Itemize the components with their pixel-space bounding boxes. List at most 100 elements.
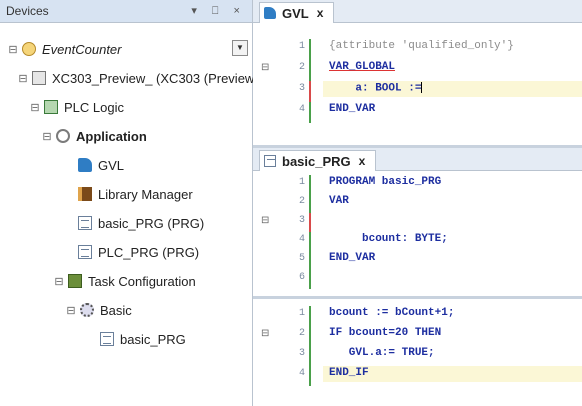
change-marker bbox=[309, 270, 311, 289]
tree-item-label: EventCounter bbox=[42, 41, 122, 57]
tree-item[interactable]: ⊟ Application bbox=[42, 125, 147, 147]
line-number: 5 bbox=[298, 253, 305, 264]
collapse-icon[interactable]: ⊟ bbox=[8, 43, 18, 56]
document-icon bbox=[78, 245, 92, 259]
tree-item-label: Library Manager bbox=[98, 186, 193, 202]
tree-item-label: XC303_Preview_ (XC303 (Preview)) bbox=[52, 70, 263, 86]
change-marker bbox=[309, 366, 311, 386]
basic-prg-tabstrip: basic_PRG x bbox=[253, 148, 582, 171]
devices-panel-header: Devices ▾ ⎕ × bbox=[0, 0, 252, 23]
line-number: 1 bbox=[298, 308, 305, 319]
collapse-icon[interactable]: ⊟ bbox=[18, 72, 28, 85]
collapse-icon[interactable]: ⊟ bbox=[30, 101, 40, 114]
line-number: 3 bbox=[298, 83, 305, 94]
close-icon[interactable]: x bbox=[317, 6, 324, 20]
line-number: 1 bbox=[298, 41, 305, 52]
line-number: 4 bbox=[298, 234, 305, 245]
tab-gvl[interactable]: GVL x bbox=[259, 2, 335, 23]
tree-item-label: GVL bbox=[98, 157, 125, 173]
line-number: 2 bbox=[298, 62, 305, 73]
tree-item-label: Task Configuration bbox=[88, 273, 196, 289]
event-counter-icon bbox=[22, 42, 36, 56]
editor-area: GVL x 1 {attribute 'qualified_only'} 2 VAR_… bbox=[253, 0, 582, 406]
close-icon[interactable]: x bbox=[359, 154, 366, 168]
collapse-icon[interactable]: ⊟ bbox=[42, 130, 52, 143]
change-marker bbox=[309, 60, 311, 81]
decl-impl-splitter[interactable] bbox=[253, 296, 582, 299]
gvl-icon bbox=[264, 7, 276, 19]
device-icon bbox=[32, 71, 46, 85]
line-number: 2 bbox=[298, 328, 305, 339]
document-icon bbox=[100, 332, 114, 346]
code-line[interactable]: END_VAR bbox=[329, 252, 375, 264]
code-line[interactable]: VAR_GLOBAL bbox=[329, 61, 395, 73]
document-icon bbox=[264, 155, 276, 167]
tree-item-label: PLC Logic bbox=[64, 99, 124, 115]
code-line[interactable]: bcount: BYTE; bbox=[329, 233, 448, 245]
line-number: 1 bbox=[298, 177, 305, 188]
line-number: 4 bbox=[298, 104, 305, 115]
line-number: 4 bbox=[298, 368, 305, 379]
basic-prg-implementation-pane[interactable]: 1 bcount := bCount+1; 2 IF bcount=20 THEN 3 … bbox=[253, 300, 582, 406]
collapse-icon[interactable]: ⊟ bbox=[66, 304, 76, 317]
tree-item[interactable]: ⊟ EventCounter bbox=[8, 38, 122, 60]
code-line[interactable]: IF bcount=20 THEN bbox=[329, 327, 441, 339]
tab-basic-prg-label: basic_PRG bbox=[282, 153, 351, 169]
chevron-down-icon[interactable]: ▼ bbox=[232, 40, 248, 56]
change-marker bbox=[309, 175, 311, 194]
line-number: 6 bbox=[298, 272, 305, 283]
change-marker bbox=[309, 213, 311, 232]
fold-icon[interactable]: ⊟ bbox=[261, 215, 269, 226]
tree-item[interactable]: ⊟ PLC Logic bbox=[30, 96, 124, 118]
code-line[interactable]: PROGRAM basic_PRG bbox=[329, 176, 441, 188]
tree-item[interactable]: ⊟ XC303_Preview_ (XC303 (Preview)) bbox=[18, 67, 263, 89]
tree-item-label: basic_PRG (PRG) bbox=[98, 215, 205, 231]
collapse-icon[interactable]: ⊟ bbox=[54, 275, 64, 288]
plc-logic-icon bbox=[44, 100, 58, 114]
document-icon bbox=[78, 216, 92, 230]
change-marker bbox=[309, 102, 311, 123]
application-icon bbox=[56, 129, 70, 143]
tree-item-label: PLC_PRG (PRG) bbox=[98, 244, 200, 260]
library-icon bbox=[78, 187, 92, 201]
line-number: 3 bbox=[298, 215, 305, 226]
tree-item[interactable]: PLC_PRG (PRG) bbox=[64, 241, 199, 263]
code-line[interactable]: VAR bbox=[329, 195, 349, 207]
tree-item[interactable]: GVL bbox=[64, 154, 124, 176]
code-line[interactable]: END_IF bbox=[329, 367, 369, 379]
code-line[interactable]: END_VAR bbox=[329, 103, 375, 115]
line-number: 2 bbox=[298, 196, 305, 207]
tree-item-label: Application bbox=[76, 128, 147, 144]
code-line[interactable]: a: BOOL := bbox=[329, 82, 423, 94]
gvl-tabstrip: GVL x bbox=[253, 0, 582, 23]
gvl-code-pane[interactable]: 1 {attribute 'qualified_only'} 2 VAR_GLOBAL… bbox=[253, 23, 582, 145]
line-number: 3 bbox=[298, 348, 305, 359]
basic-prg-declaration-pane[interactable]: 1 PROGRAM basic_PRG 2 VAR 3 4 bcount: BYTE; 5 E… bbox=[253, 171, 582, 295]
fold-icon[interactable]: ⊟ bbox=[261, 62, 269, 73]
code-line[interactable]: bcount := bCount+1; bbox=[329, 307, 454, 319]
change-marker bbox=[309, 232, 311, 251]
fold-icon[interactable]: ⊟ bbox=[261, 328, 269, 339]
change-marker bbox=[309, 81, 311, 102]
change-marker bbox=[309, 326, 311, 346]
tree-item[interactable]: ⊟ Basic bbox=[66, 299, 132, 321]
change-marker bbox=[309, 39, 311, 60]
tab-gvl-label: GVL bbox=[282, 5, 309, 21]
change-marker bbox=[309, 346, 311, 366]
change-marker bbox=[309, 194, 311, 213]
gear-icon bbox=[80, 303, 94, 317]
change-marker bbox=[309, 251, 311, 270]
tree-item[interactable]: Library Manager bbox=[64, 183, 193, 205]
gvl-icon bbox=[78, 158, 92, 172]
tree-item[interactable]: basic_PRG (PRG) bbox=[64, 212, 204, 234]
code-line[interactable]: {attribute 'qualified_only'} bbox=[329, 40, 514, 52]
tree-item[interactable]: ⊟ Task Configuration bbox=[54, 270, 196, 292]
tab-basic-prg[interactable]: basic_PRG x bbox=[259, 150, 377, 171]
devices-panel-title: Devices bbox=[6, 4, 49, 18]
text-cursor bbox=[421, 82, 423, 93]
tree-item-label: Basic bbox=[100, 302, 132, 318]
tree-item[interactable]: basic_PRG bbox=[86, 328, 186, 350]
devices-panel: Devices ▾ ⎕ × ⊟ EventCounter ⊟ XC303_Previe… bbox=[0, 0, 263, 406]
code-line[interactable]: GVL.a:= TRUE; bbox=[329, 347, 435, 359]
panel-window-controls[interactable]: ▾ ⎕ × bbox=[191, 4, 246, 18]
